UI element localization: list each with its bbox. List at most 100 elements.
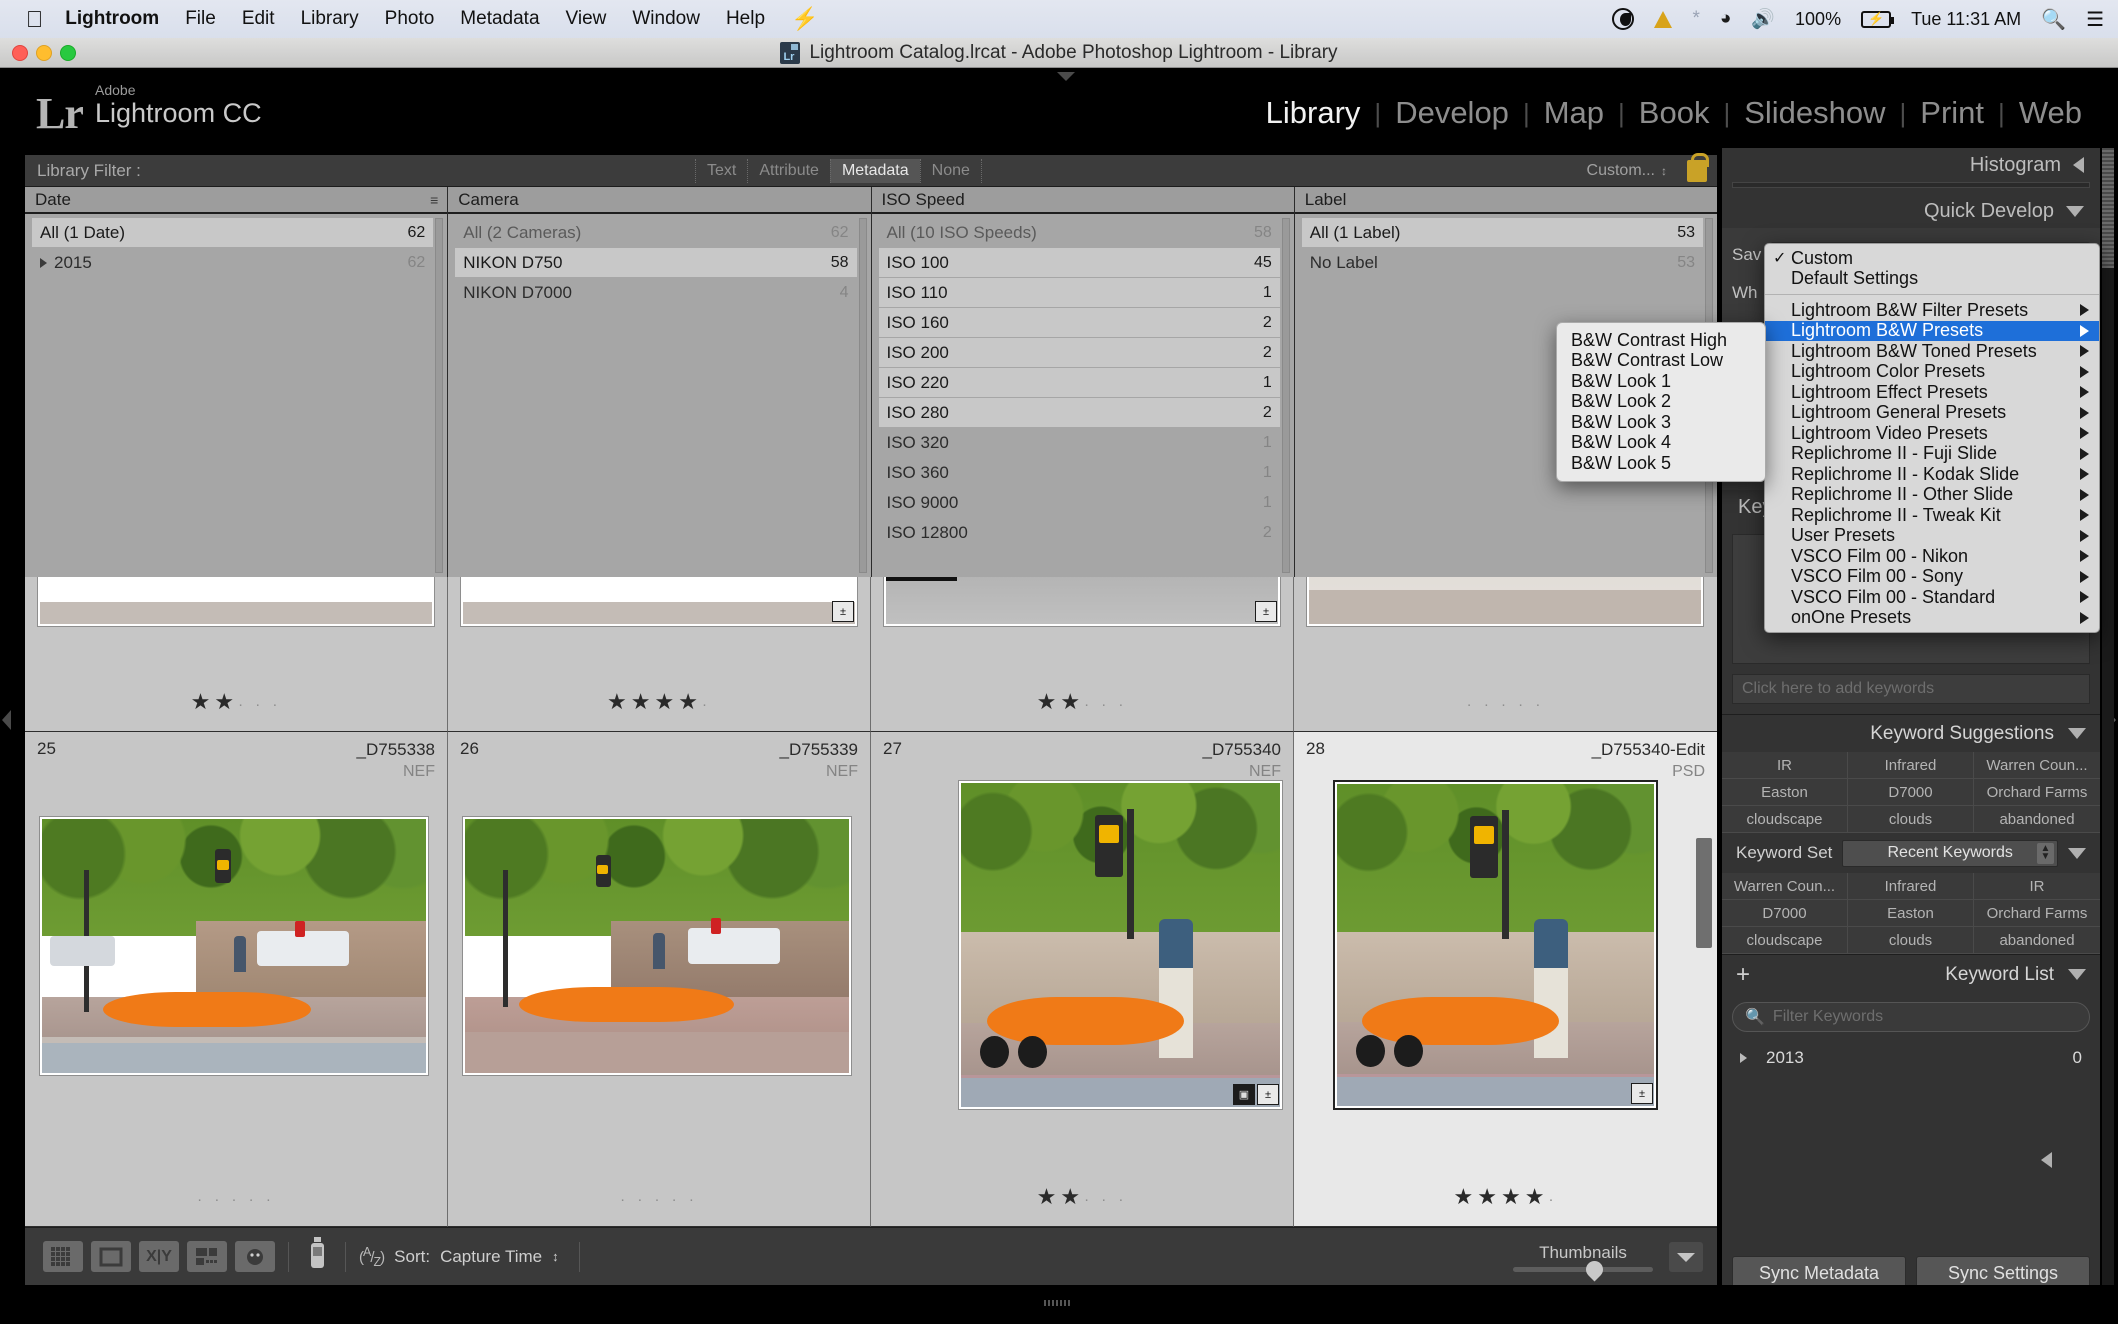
metadata-row[interactable]: ISO 160 2 bbox=[879, 308, 1280, 337]
menu-item-lightroom-bw-filter-presets[interactable]: Lightroom B&W Filter Presets bbox=[1765, 300, 2099, 321]
thumbnail-size-slider[interactable]: Thumbnails bbox=[1513, 1243, 1653, 1272]
volume-icon[interactable]: 🔊 bbox=[1751, 7, 1775, 31]
module-book[interactable]: Book bbox=[1625, 95, 1724, 131]
menu-item-lightroom-effect-presets[interactable]: Lightroom Effect Presets bbox=[1765, 382, 2099, 403]
develop-badge-icon[interactable]: ± bbox=[832, 601, 854, 622]
menu-item-vsco-film-standard[interactable]: VSCO Film 00 - Standard bbox=[1765, 587, 2099, 608]
histogram-header[interactable]: Histogram bbox=[1722, 148, 2100, 182]
metadata-row[interactable]: ISO 320 1 bbox=[879, 428, 1280, 457]
metadata-row[interactable]: ISO 9000 1 bbox=[879, 488, 1280, 517]
compare-view-icon[interactable]: X|Y bbox=[139, 1241, 179, 1272]
metadata-row[interactable]: NIKON D7000 4 bbox=[455, 278, 856, 307]
module-library[interactable]: Library bbox=[1252, 95, 1375, 131]
keyword-set-item[interactable]: D7000 bbox=[1722, 900, 1848, 927]
grid-cell[interactable]: ± ★★★★· bbox=[448, 577, 871, 732]
grid-cell[interactable]: 26 _D755339 NEF bbox=[448, 732, 871, 1227]
metadata-row[interactable]: ISO 360 1 bbox=[879, 458, 1280, 487]
photo-grid[interactable]: ★★· · · ± ★★★★· bbox=[25, 577, 1717, 1227]
menu-item-lightroom[interactable]: Lightroom bbox=[65, 8, 159, 30]
submenu-item-bw-look-5[interactable]: B&W Look 5 bbox=[1557, 453, 1765, 474]
expand-triangle-icon[interactable] bbox=[1740, 1053, 1747, 1063]
column-scrollbar[interactable] bbox=[435, 218, 443, 573]
sort-direction-icon[interactable]: (A/Z) bbox=[359, 1245, 384, 1269]
metadata-row[interactable]: All (1 Date) 62 bbox=[32, 218, 433, 247]
grid-cell-selected[interactable]: 28 _D755340-Edit PSD bbox=[1294, 732, 1717, 1227]
chevron-updown-icon[interactable]: ↕ bbox=[552, 1249, 559, 1264]
photo-thumbnail[interactable]: ▣ ± bbox=[958, 780, 1283, 1110]
keyword-suggestion[interactable]: Easton bbox=[1722, 779, 1848, 806]
metadata-row[interactable]: All (2 Cameras) 62 bbox=[455, 218, 856, 247]
photo-thumbnail[interactable]: ± bbox=[1333, 780, 1658, 1110]
filter-tab-text[interactable]: Text bbox=[695, 159, 747, 183]
crop-badge-icon[interactable]: ▣ bbox=[1233, 1084, 1255, 1105]
menu-item-default-settings[interactable]: Default Settings bbox=[1765, 269, 2099, 290]
metadata-row[interactable]: NIKON D750 58 bbox=[455, 248, 856, 277]
stepper-icon[interactable]: ▲▼ bbox=[2037, 843, 2054, 864]
keyword-set-item[interactable]: clouds bbox=[1848, 927, 1974, 954]
apple-icon[interactable]:  bbox=[26, 8, 43, 31]
keyword-filter-collapse-icon[interactable] bbox=[2041, 1152, 2052, 1168]
expand-triangle-icon[interactable] bbox=[40, 258, 47, 268]
window-resize-grabber[interactable] bbox=[1044, 1300, 1070, 1306]
develop-badge-icon[interactable]: ± bbox=[1631, 1083, 1653, 1104]
metadata-row[interactable]: ISO 100 45 bbox=[879, 248, 1280, 277]
keyword-suggestions-header[interactable]: Keyword Suggestions bbox=[1722, 714, 2100, 752]
keyword-suggestion[interactable]: D7000 bbox=[1848, 779, 1974, 806]
people-view-icon[interactable] bbox=[235, 1241, 275, 1272]
collapse-down-icon[interactable] bbox=[2068, 728, 2086, 739]
metadata-row[interactable]: ISO 110 1 bbox=[879, 278, 1280, 307]
star-rating[interactable]: · · · · · bbox=[448, 1184, 870, 1210]
keyword-suggestion[interactable]: Infrared bbox=[1848, 752, 1974, 779]
metadata-column-header[interactable]: ISO Speed bbox=[872, 187, 1294, 214]
notification-center-icon[interactable]: ☰ bbox=[2086, 7, 2104, 32]
star-rating[interactable]: ★★· · · bbox=[871, 689, 1293, 715]
filter-tab-metadata[interactable]: Metadata bbox=[830, 159, 920, 183]
right-panel-scrollbar-thumb[interactable] bbox=[2102, 148, 2114, 268]
keyword-suggestion[interactable]: abandoned bbox=[1974, 806, 2100, 833]
menu-item-lightroom-color-presets[interactable]: Lightroom Color Presets bbox=[1765, 362, 2099, 383]
menu-item-lightroom-bw-toned-presets[interactable]: Lightroom B&W Toned Presets bbox=[1765, 341, 2099, 362]
menu-item-help[interactable]: Help bbox=[726, 8, 765, 30]
menu-item-view[interactable]: View bbox=[566, 8, 607, 30]
metadata-column-header[interactable]: Label bbox=[1295, 187, 1717, 214]
grid-cell[interactable]: 25 _D755338 NEF bbox=[25, 732, 448, 1227]
slider-track[interactable] bbox=[1513, 1267, 1653, 1272]
filter-tab-attribute[interactable]: Attribute bbox=[747, 159, 830, 183]
filter-preset-picker[interactable]: Custom... ↕ bbox=[1587, 155, 1667, 187]
menu-item-lightroom-general-presets[interactable]: Lightroom General Presets bbox=[1765, 403, 2099, 424]
spray-can-icon[interactable] bbox=[306, 1237, 332, 1276]
module-develop[interactable]: Develop bbox=[1381, 95, 1523, 131]
column-scrollbar[interactable] bbox=[1282, 218, 1290, 573]
grid-cell[interactable]: ± ★★· · · bbox=[871, 577, 1294, 732]
menu-item-lightroom-bw-presets[interactable]: Lightroom B&W Presets bbox=[1765, 321, 2099, 342]
photo-thumbnail[interactable] bbox=[39, 816, 429, 1076]
star-rating[interactable]: · · · · · bbox=[1294, 689, 1717, 715]
top-panel-toggle-icon[interactable] bbox=[1057, 72, 1075, 81]
metadata-row[interactable]: ISO 280 2 bbox=[879, 398, 1280, 427]
module-print[interactable]: Print bbox=[1906, 95, 1998, 131]
minimize-button[interactable] bbox=[36, 45, 52, 61]
keyword-list-header[interactable]: + Keyword List bbox=[1722, 954, 2100, 994]
menu-item-library[interactable]: Library bbox=[301, 8, 359, 30]
filter-keywords-input[interactable]: 🔍 Filter Keywords bbox=[1732, 1002, 2090, 1032]
keyword-set-item[interactable]: cloudscape bbox=[1722, 927, 1848, 954]
sort-value[interactable]: Capture Time bbox=[440, 1247, 542, 1267]
left-panel-toggle-icon[interactable] bbox=[2, 710, 11, 730]
wifi-icon[interactable]: ◕ bbox=[1720, 8, 1731, 30]
keyword-suggestion[interactable]: Orchard Farms bbox=[1974, 779, 2100, 806]
keyword-suggestion[interactable]: clouds bbox=[1848, 806, 1974, 833]
quick-develop-header[interactable]: Quick Develop bbox=[1722, 194, 2100, 228]
keyword-set-item[interactable]: Easton bbox=[1848, 900, 1974, 927]
submenu-item-bw-look-4[interactable]: B&W Look 4 bbox=[1557, 433, 1765, 454]
menu-item-replichrome-kodak-slide[interactable]: Replichrome II - Kodak Slide bbox=[1765, 464, 2099, 485]
keyword-set-item[interactable]: abandoned bbox=[1974, 927, 2100, 954]
filter-tab-none[interactable]: None bbox=[920, 159, 982, 183]
menu-item-vsco-film-sony[interactable]: VSCO Film 00 - Sony bbox=[1765, 567, 2099, 588]
star-rating[interactable]: ★★★★· bbox=[1294, 1184, 1717, 1210]
preset-dropdown-menu[interactable]: ✓ Custom Default Settings Lightroom B&W … bbox=[1764, 243, 2100, 633]
keyword-set-select[interactable]: Recent Keywords ▲▼ bbox=[1842, 840, 2058, 867]
star-rating[interactable]: ★★· · · bbox=[871, 1184, 1293, 1210]
column-scrollbar[interactable] bbox=[859, 218, 867, 573]
metadata-row[interactable]: No Label 53 bbox=[1302, 248, 1703, 277]
star-rating[interactable]: ★★★★· bbox=[448, 689, 870, 715]
